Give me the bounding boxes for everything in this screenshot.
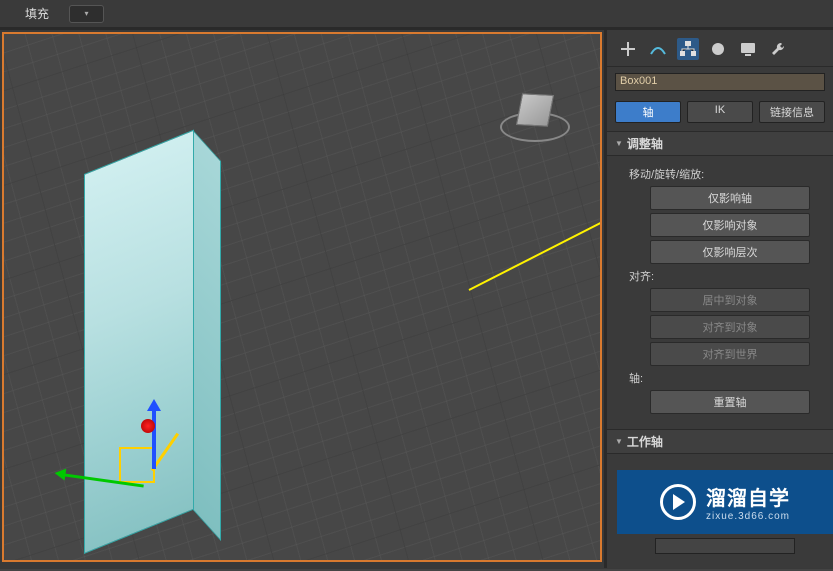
tab-hierarchy[interactable] xyxy=(677,38,699,60)
top-toolbar: 填充 ▾ xyxy=(0,0,833,30)
affect-hierarchy-only-button[interactable]: 仅影响层次 xyxy=(650,240,810,264)
viewcube-cube-icon[interactable] xyxy=(516,93,554,126)
align-to-object-button[interactable]: 对齐到对象 xyxy=(650,315,810,339)
fill-dropdown[interactable]: ▾ xyxy=(69,5,104,23)
rollout-working-title: 工作轴 xyxy=(627,433,663,450)
center-to-object-button[interactable]: 居中到对象 xyxy=(650,288,810,312)
fill-label: 填充 xyxy=(25,5,49,22)
watermark-subtitle: zixue.3d66.com xyxy=(706,511,790,522)
tab-utilities[interactable] xyxy=(767,38,789,60)
tab-modify[interactable] xyxy=(647,38,669,60)
viewcube[interactable] xyxy=(500,84,570,144)
perspective-viewport[interactable] xyxy=(2,32,602,562)
arc-icon xyxy=(649,40,667,58)
wrench-icon xyxy=(769,40,787,58)
hierarchy-icon xyxy=(679,40,697,58)
plus-icon xyxy=(619,40,637,58)
panel-extra-strip xyxy=(655,538,795,554)
play-circle-icon xyxy=(660,484,696,520)
watermark-badge: 溜溜自学 zixue.3d66.com xyxy=(617,470,833,534)
axis-label: 轴: xyxy=(629,370,823,386)
rollout-adjust-pivot: 调整轴 移动/旋转/缩放: 仅影响轴 仅影响对象 仅影响层次 对齐: 居中到对象… xyxy=(607,131,833,425)
tab-display[interactable] xyxy=(737,38,759,60)
align-to-world-button[interactable]: 对齐到世界 xyxy=(650,342,810,366)
hierarchy-subtabs: 轴 IK 链接信息 xyxy=(607,97,833,127)
object-name-input[interactable]: Box001 xyxy=(615,73,825,91)
align-label: 对齐: xyxy=(629,268,823,284)
subtab-ik[interactable]: IK xyxy=(687,101,753,123)
tab-create[interactable] xyxy=(617,38,639,60)
reset-axis-button[interactable]: 重置轴 xyxy=(650,390,810,414)
circle-icon xyxy=(709,40,727,58)
subtab-link-info[interactable]: 链接信息 xyxy=(759,101,825,123)
command-panel: Box001 轴 IK 链接信息 调整轴 移动/旋转/缩放: 仅影响轴 仅影响对… xyxy=(604,30,833,568)
rollout-adjust-title: 调整轴 xyxy=(627,135,663,152)
rollout-adjust-header[interactable]: 调整轴 xyxy=(607,131,833,156)
gizmo-origin-icon xyxy=(141,419,155,433)
rollout-working-header[interactable]: 工作轴 xyxy=(607,429,833,454)
affect-object-only-button[interactable]: 仅影响对象 xyxy=(650,213,810,237)
command-panel-tabs xyxy=(607,30,833,67)
move-rotate-scale-label: 移动/旋转/缩放: xyxy=(629,166,823,182)
watermark-title: 溜溜自学 xyxy=(706,482,790,511)
monitor-icon xyxy=(739,40,757,58)
subtab-pivot[interactable]: 轴 xyxy=(615,101,681,123)
tab-motion[interactable] xyxy=(707,38,729,60)
dropdown-chevron: ▾ xyxy=(85,9,89,18)
transform-gizmo[interactable] xyxy=(119,429,219,529)
rollout-working-pivot: 工作轴 xyxy=(607,429,833,454)
viewport-container xyxy=(0,30,604,568)
affect-pivot-only-button[interactable]: 仅影响轴 xyxy=(650,186,810,210)
axis-z-icon[interactable] xyxy=(152,409,156,469)
gizmo-xy-plane[interactable] xyxy=(119,447,155,483)
